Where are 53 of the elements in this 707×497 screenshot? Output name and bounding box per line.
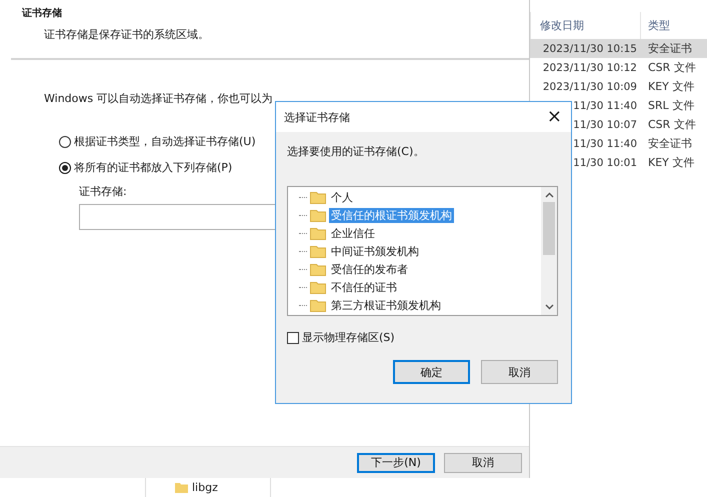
type-cell: KEY 文件	[648, 155, 694, 170]
dialog-button[interactable]: 取消	[481, 360, 558, 384]
type-cell: 安全证书	[648, 136, 692, 151]
checkbox[interactable]	[287, 332, 299, 344]
date-cell: 11/30 11:40	[573, 138, 637, 150]
folder-icon	[310, 208, 326, 222]
close-button[interactable]: ×	[546, 108, 562, 126]
option-label[interactable]: 将所有的证书都放入下列存储(P)	[74, 160, 232, 175]
date-cell: 11/30 10:07	[573, 118, 637, 130]
date-cell: 2023/11/30 10:15	[542, 42, 637, 54]
store-item[interactable]: 企业信任	[329, 226, 377, 240]
section-description: 证书存储是保存证书的系统区域。	[44, 27, 210, 42]
file-row[interactable]: 2023/11/30 10:09 KEY 文件	[530, 77, 707, 96]
folder-icon	[310, 226, 326, 240]
radio-button[interactable]	[59, 162, 71, 174]
scrollbar[interactable]	[541, 187, 557, 315]
date-cell: 11/30 10:01	[573, 156, 637, 168]
folder-icon	[310, 298, 326, 312]
store-label: 证书存储:	[79, 184, 127, 199]
date-cell: 2023/11/30 10:12	[542, 62, 637, 74]
wizard-button[interactable]: 取消	[444, 452, 522, 472]
radio-button[interactable]	[59, 136, 71, 148]
folder-icon	[310, 244, 326, 258]
store-item[interactable]: 第三方根证书颁发机构	[329, 298, 443, 312]
store-item[interactable]: 个人	[329, 190, 355, 204]
prompt-text: 选择要使用的证书存储(C)。	[287, 144, 424, 159]
folder-icon	[310, 280, 326, 294]
date-cell: 2023/11/30 10:09	[542, 80, 637, 92]
file-row[interactable]: 2023/11/30 10:12 CSR 文件	[530, 58, 707, 77]
folder-name[interactable]: libgz	[192, 481, 218, 494]
checkbox-label[interactable]: 显示物理存储区(S)	[302, 330, 395, 345]
intro-text: Windows 可以自动选择证书存储，你也可以为	[44, 91, 274, 106]
option-label[interactable]: 根据证书类型，自动选择证书存储(U)	[74, 134, 256, 149]
section-title: 证书存储	[22, 6, 63, 20]
folder-icon	[310, 262, 326, 276]
store-item[interactable]: 中间证书颁发机构	[329, 244, 421, 258]
file-row[interactable]: 2023/11/30 10:15 安全证书	[530, 39, 707, 58]
column-header[interactable]: 类型	[641, 12, 707, 39]
type-cell: KEY 文件	[648, 79, 694, 94]
dialog-title: 选择证书存储	[284, 110, 350, 124]
dialog-button[interactable]: 确定	[393, 360, 470, 384]
type-cell: 安全证书	[648, 41, 692, 56]
date-cell: 11/30 11:40	[573, 100, 637, 112]
wizard-button[interactable]: 下一步(N)	[357, 452, 435, 472]
type-cell: CSR 文件	[648, 60, 696, 75]
store-item[interactable]: 受信任的发布者	[329, 262, 410, 276]
store-item[interactable]: 不信任的证书	[329, 280, 399, 294]
type-cell: SRL 文件	[648, 98, 694, 113]
scroll-down-icon[interactable]	[544, 304, 554, 310]
scroll-up-icon[interactable]	[544, 192, 554, 198]
type-cell: CSR 文件	[648, 117, 696, 132]
folder-icon	[175, 482, 188, 493]
folder-icon	[310, 190, 326, 204]
